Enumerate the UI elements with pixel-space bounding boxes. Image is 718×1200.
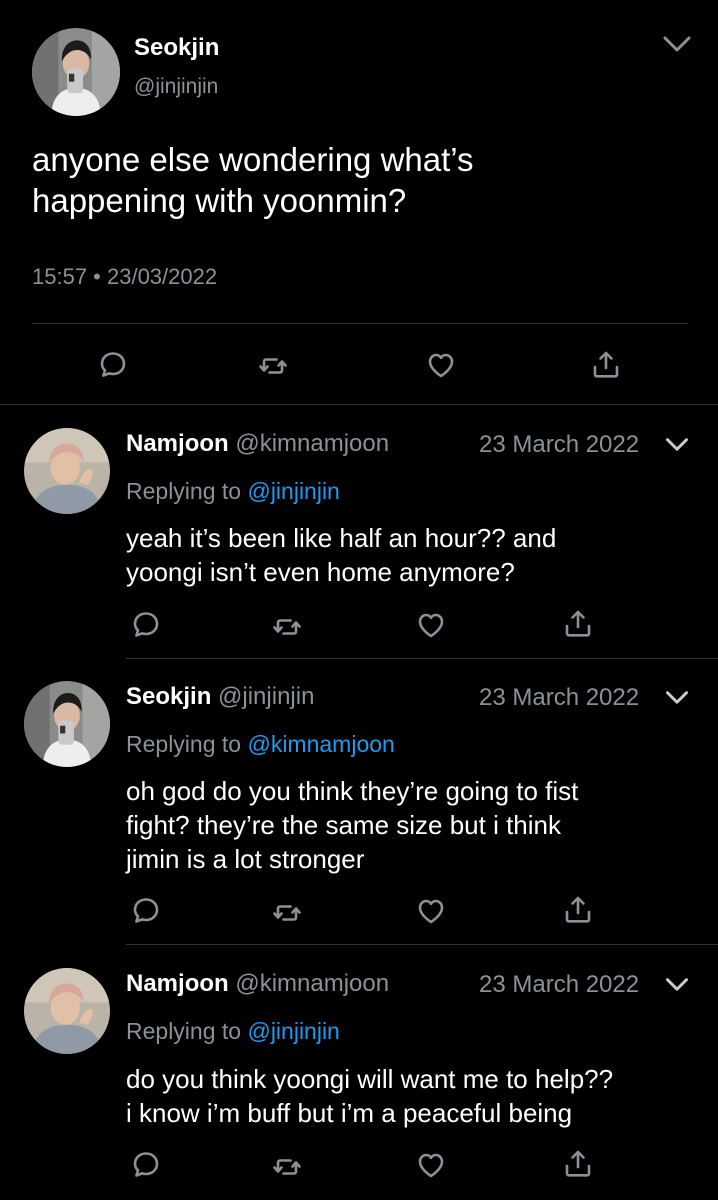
- chevron-down-icon[interactable]: [664, 435, 690, 453]
- avatar[interactable]: [32, 28, 120, 116]
- replying-to-link[interactable]: @kimnamjoon: [247, 731, 394, 757]
- reply-text-line: jimin is a lot stronger: [126, 844, 365, 874]
- reply-text: do you think yoongi will want me to help…: [126, 1062, 711, 1130]
- replying-prefix: Replying to: [126, 731, 242, 757]
- avatar[interactable]: [24, 681, 110, 767]
- reply-date: 23 March 2022: [479, 431, 640, 458]
- reply-text-line: yoongi isn’t even home anymore?: [126, 557, 515, 587]
- reply-text-line: i know i’m buff but i’m a peaceful being: [126, 1098, 573, 1128]
- reply-date: 23 March 2022: [479, 971, 640, 998]
- replying-to: Replying to @jinjinjin: [126, 1018, 340, 1045]
- reply-text-line: oh god do you think they’re going to fis…: [126, 776, 579, 806]
- reply-icon[interactable]: [130, 894, 162, 926]
- timestamp: 15:57 • 23/03/2022: [32, 264, 218, 289]
- chevron-down-icon[interactable]: [664, 688, 690, 706]
- replying-to: Replying to @jinjinjin: [126, 478, 340, 505]
- replying-prefix: Replying to: [126, 478, 242, 504]
- tweet-text: anyone else wondering what’s happening w…: [32, 139, 692, 221]
- author-name[interactable]: Namjoon: [126, 970, 229, 997]
- author-handle[interactable]: @jinjinjin: [134, 75, 218, 99]
- reply-header: Namjoon @kimnamjoon: [126, 430, 389, 458]
- reply-text: yeah it’s been like half an hour?? and y…: [126, 521, 706, 589]
- avatar[interactable]: [24, 968, 110, 1054]
- retweet-icon[interactable]: [271, 897, 303, 929]
- reply-header: Seokjin @jinjinjin: [126, 683, 314, 711]
- divider: [32, 323, 688, 324]
- tweet-text-line: anyone else wondering what’s: [32, 141, 474, 178]
- chevron-down-icon[interactable]: [664, 975, 690, 993]
- author-handle[interactable]: @kimnamjoon: [235, 970, 389, 997]
- share-icon[interactable]: [562, 608, 594, 640]
- share-icon[interactable]: [562, 1148, 594, 1180]
- author-handle[interactable]: @jinjinjin: [218, 683, 314, 710]
- like-icon[interactable]: [415, 1149, 447, 1181]
- tweet-text-line: happening with yoonmin?: [32, 182, 407, 219]
- replying-to-link[interactable]: @jinjinjin: [247, 1018, 339, 1044]
- replying-to-link[interactable]: @jinjinjin: [247, 478, 339, 504]
- reply-text-line: yeah it’s been like half an hour?? and: [126, 523, 557, 553]
- retweet-icon[interactable]: [271, 1151, 303, 1183]
- replying-to: Replying to @kimnamjoon: [126, 731, 395, 758]
- like-icon[interactable]: [425, 349, 457, 381]
- share-icon[interactable]: [562, 894, 594, 926]
- reply-header: Namjoon @kimnamjoon: [126, 970, 389, 998]
- reply-icon[interactable]: [130, 608, 162, 640]
- avatar[interactable]: [24, 428, 110, 514]
- reply-date: 23 March 2022: [479, 684, 640, 711]
- reply-icon[interactable]: [97, 348, 129, 380]
- author-handle[interactable]: @kimnamjoon: [235, 430, 389, 457]
- reply-text: oh god do you think they’re going to fis…: [126, 774, 706, 876]
- reply-icon[interactable]: [130, 1148, 162, 1180]
- chevron-down-icon[interactable]: [662, 34, 692, 54]
- author-name[interactable]: Seokjin: [126, 683, 211, 710]
- retweet-icon[interactable]: [257, 350, 289, 382]
- divider: [126, 658, 718, 659]
- retweet-icon[interactable]: [271, 611, 303, 643]
- reply-text-line: fight? they’re the same size but i think: [126, 810, 562, 840]
- like-icon[interactable]: [415, 609, 447, 641]
- divider: [126, 944, 718, 945]
- author-name[interactable]: Seokjin: [134, 34, 219, 62]
- reply-text-line: do you think yoongi will want me to help…: [126, 1064, 614, 1094]
- author-name[interactable]: Namjoon: [126, 430, 229, 457]
- share-icon[interactable]: [590, 349, 622, 381]
- divider: [0, 404, 718, 405]
- like-icon[interactable]: [415, 895, 447, 927]
- replying-prefix: Replying to: [126, 1018, 242, 1044]
